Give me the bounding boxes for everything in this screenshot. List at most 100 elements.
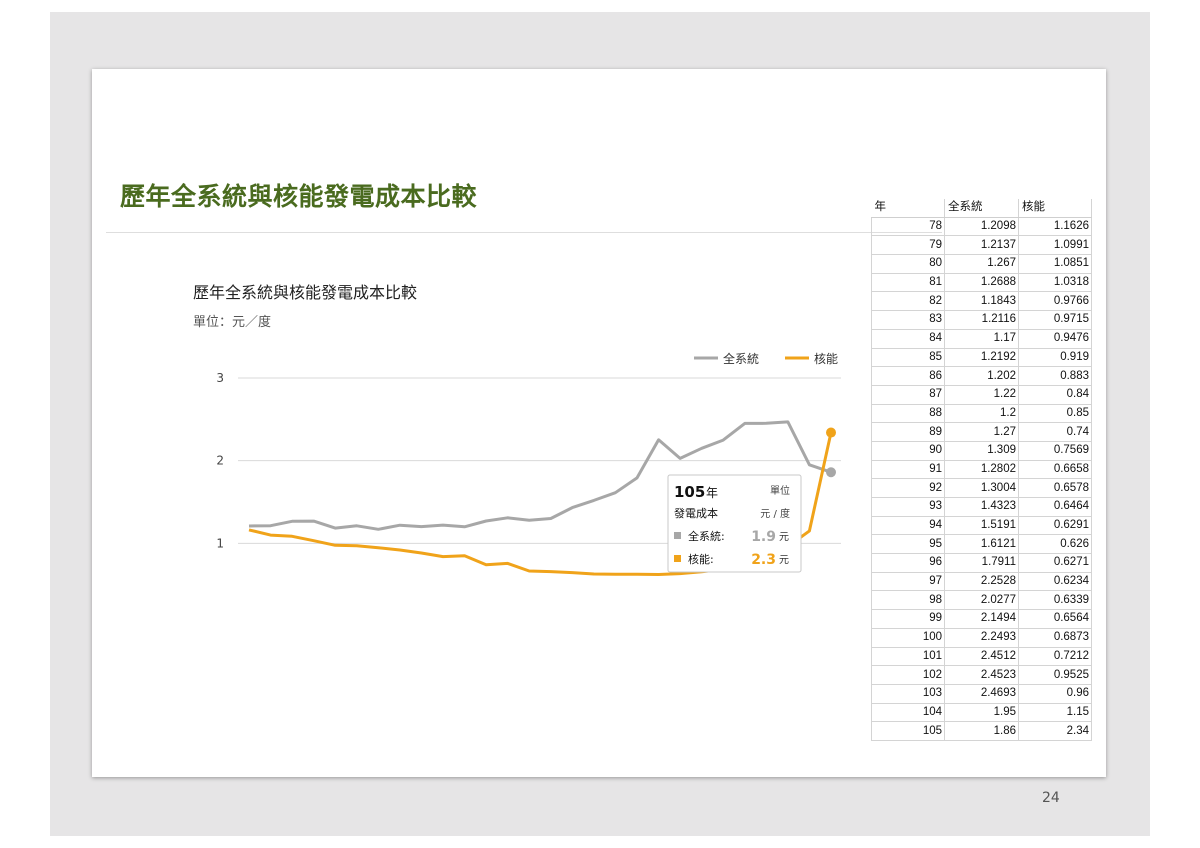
table-cell-nuclear: 0.6658 [1018, 460, 1092, 480]
table-cell-system: 1.27 [944, 422, 1019, 442]
table-row: 101 2.4512 0.7212 [871, 647, 1092, 667]
table-row: 84 1.17 0.9476 [871, 329, 1092, 349]
table-row: 80 1.267 1.0851 [871, 254, 1092, 274]
y-tick-label: 3 [216, 371, 224, 385]
table-row: 96 1.7911 0.6271 [871, 553, 1092, 573]
line-chart: 歷年全系統與核能發電成本比較單位：元／度01237881848790939699… [180, 270, 860, 590]
table-cell-year: 92 [871, 478, 945, 498]
table-cell-system: 1.202 [944, 366, 1019, 386]
table-cell-nuclear: 0.9525 [1018, 665, 1092, 685]
page-number: 24 [1042, 790, 1060, 806]
table-row: 93 1.4323 0.6464 [871, 497, 1092, 517]
tooltip-row-unit: 元 [779, 555, 789, 566]
table-header-system: 全系統 [944, 199, 1019, 218]
table-cell-year: 89 [871, 422, 945, 442]
table-cell-nuclear: 0.6234 [1018, 572, 1092, 592]
table-row: 105 1.86 2.34 [871, 721, 1092, 741]
table-cell-year: 102 [871, 665, 945, 685]
table-cell-system: 1.2192 [944, 348, 1019, 368]
table-cell-year: 97 [871, 572, 945, 592]
table-cell-nuclear: 1.1626 [1018, 217, 1092, 237]
table-cell-system: 1.6121 [944, 534, 1019, 555]
table-cell-year: 103 [871, 684, 945, 704]
table-cell-nuclear: 0.9476 [1018, 329, 1092, 349]
table-cell-system: 2.4523 [944, 665, 1019, 685]
table-row: 85 1.2192 0.919 [871, 348, 1092, 368]
chart-subtitle: 單位：元／度 [193, 314, 271, 330]
table-row: 95 1.6121 0.626 [871, 534, 1092, 555]
table-cell-nuclear: 0.6291 [1018, 516, 1092, 536]
table-cell-system: 1.309 [944, 441, 1019, 461]
table-row: 91 1.2802 0.6658 [871, 460, 1092, 480]
table-cell-year: 82 [871, 291, 945, 312]
table-header-year: 年 [871, 199, 945, 218]
table-cell-year: 85 [871, 348, 945, 368]
series-end-point [826, 427, 836, 438]
table-row: 103 2.4693 0.96 [871, 684, 1092, 704]
table-cell-system: 1.2098 [944, 217, 1019, 237]
table-cell-nuclear: 0.6339 [1018, 590, 1092, 611]
table-cell-year: 96 [871, 553, 945, 573]
legend-label: 全系統 [723, 351, 759, 366]
table-cell-year: 99 [871, 609, 945, 629]
table-cell-system: 2.1494 [944, 609, 1019, 629]
table-row: 97 2.2528 0.6234 [871, 572, 1092, 592]
table-cell-system: 1.4323 [944, 497, 1019, 517]
table-row: 102 2.4523 0.9525 [871, 665, 1092, 685]
tooltip-year: 105 [674, 483, 705, 501]
data-table: 年 全系統 核能 78 1.2098 1.1626 79 1.2137 1.0991 80 1… [871, 199, 1092, 741]
table-cell-nuclear: 1.0991 [1018, 235, 1092, 256]
tooltip-year-unit: 年 [706, 486, 718, 500]
table-cell-year: 100 [871, 628, 945, 648]
table-cell-nuclear: 0.9766 [1018, 291, 1092, 312]
series-end-point [826, 467, 836, 478]
table-row: 99 2.1494 0.6564 [871, 609, 1092, 629]
tooltip-row-unit: 元 [779, 532, 789, 543]
table-cell-system: 1.86 [944, 721, 1019, 741]
table-row: 81 1.2688 1.0318 [871, 273, 1092, 293]
table-row: 88 1.2 0.85 [871, 404, 1092, 424]
tooltip-caption: 發電成本 [674, 506, 718, 520]
table-cell-nuclear: 1.15 [1018, 703, 1092, 723]
slide-title: 歷年全系統與核能發電成本比較 [120, 182, 478, 211]
table-cell-nuclear: 0.7212 [1018, 647, 1092, 667]
table-cell-year: 98 [871, 590, 945, 611]
table-cell-system: 1.2116 [944, 310, 1019, 330]
tooltip-swatch [674, 555, 681, 562]
table-row: 89 1.27 0.74 [871, 422, 1092, 442]
table-row: 78 1.2098 1.1626 [871, 217, 1092, 237]
table-row: 79 1.2137 1.0991 [871, 235, 1092, 256]
table-row: 94 1.5191 0.6291 [871, 516, 1092, 536]
table-cell-year: 87 [871, 385, 945, 405]
table-cell-year: 78 [871, 217, 945, 237]
legend-label: 核能 [814, 352, 838, 366]
table-row: 92 1.3004 0.6578 [871, 478, 1092, 498]
table-cell-system: 1.5191 [944, 516, 1019, 536]
table-cell-year: 88 [871, 404, 945, 424]
table-row: 90 1.309 0.7569 [871, 441, 1092, 461]
table-cell-system: 2.4512 [944, 647, 1019, 667]
table-cell-nuclear: 0.7569 [1018, 441, 1092, 461]
table-row: 86 1.202 0.883 [871, 366, 1092, 386]
table-cell-nuclear: 0.626 [1018, 534, 1092, 555]
table-cell-system: 1.2802 [944, 460, 1019, 480]
table-cell-system: 1.2137 [944, 235, 1019, 256]
table-cell-nuclear: 0.6271 [1018, 553, 1092, 573]
table-cell-system: 1.17 [944, 329, 1019, 349]
tooltip-row-value: 2.3 [751, 552, 776, 568]
table-cell-system: 1.1843 [944, 291, 1019, 312]
table-cell-year: 86 [871, 366, 945, 386]
table-body: 78 1.2098 1.1626 79 1.2137 1.0991 80 1.267 1.085… [871, 217, 1092, 741]
table-cell-year: 95 [871, 534, 945, 555]
chart-title: 歷年全系統與核能發電成本比較 [193, 283, 417, 302]
y-tick-label: 1 [216, 536, 224, 550]
table-cell-system: 1.267 [944, 254, 1019, 274]
table-row: 100 2.2493 0.6873 [871, 628, 1092, 648]
table-cell-year: 79 [871, 235, 945, 256]
table-row: 87 1.22 0.84 [871, 385, 1092, 405]
table-cell-year: 90 [871, 441, 945, 461]
table-cell-nuclear: 1.0851 [1018, 254, 1092, 274]
table-cell-system: 1.22 [944, 385, 1019, 405]
y-tick-label: 2 [216, 454, 224, 468]
table-header-nuclear: 核能 [1018, 199, 1092, 218]
